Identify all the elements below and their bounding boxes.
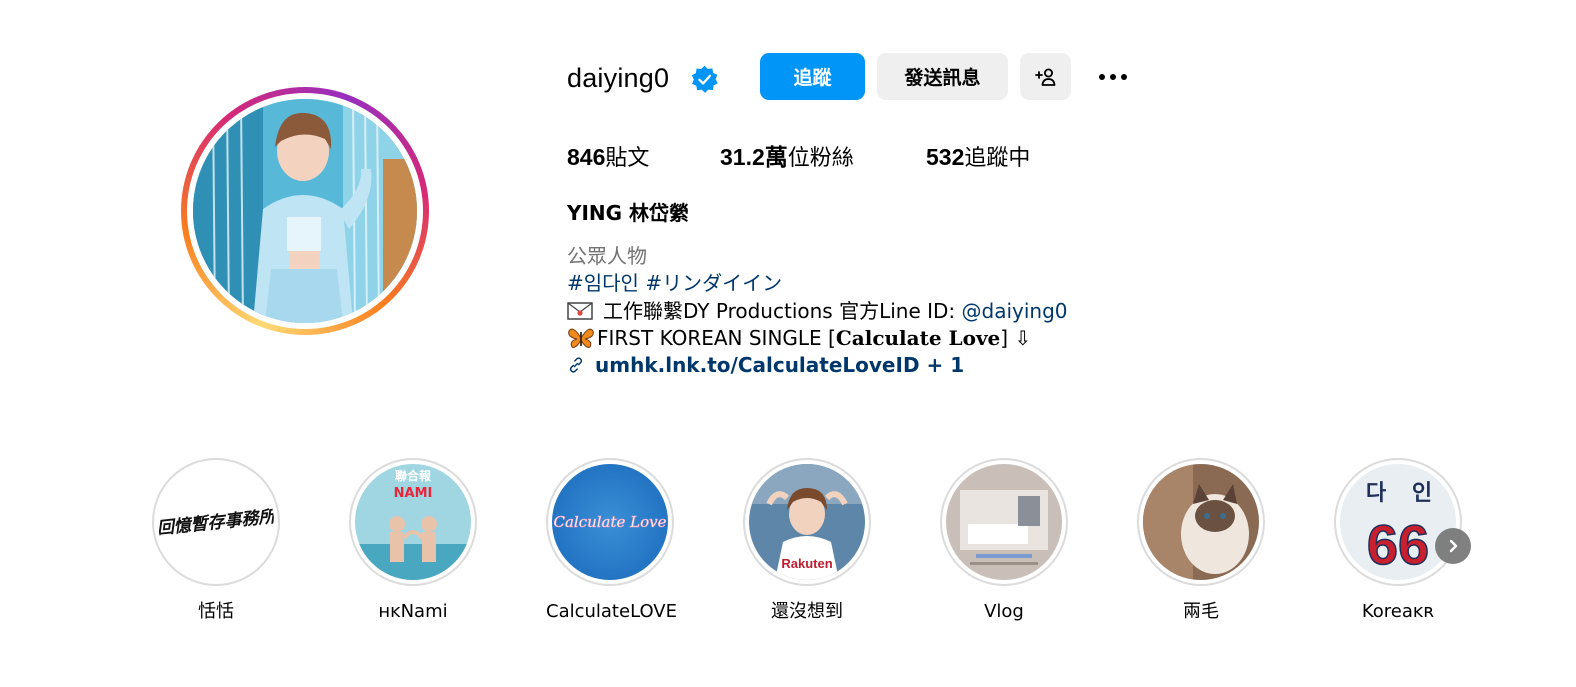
highlight-label: ʜᴋNami (378, 601, 448, 622)
single-suffix: ] ⇩ (1000, 326, 1032, 350)
mention-link[interactable]: @daiying0 (962, 299, 1068, 323)
highlight-cover (1143, 464, 1259, 580)
highlight-cover-text: 다 (1366, 481, 1387, 506)
link-text: umhk.lnk.to/CalculateLoveID + 1 (595, 353, 965, 377)
highlight-cover: Calculate Love (552, 464, 668, 580)
followers-stat[interactable]: 31.2萬位粉絲 (720, 140, 854, 176)
contact-text: 工作聯繫DY Productions 官方Line ID: (603, 299, 962, 323)
story-highlight[interactable]: 聯合報 NAMI ʜᴋNami (349, 458, 477, 624)
highlight-label: 兩毛 (1183, 601, 1219, 622)
highlight-ring (940, 458, 1068, 586)
bio-hashtags: #임다인 #リンダイイン (567, 270, 782, 297)
profile-username: daiying0 (567, 63, 670, 93)
hashtag-link[interactable]: #임다인 (567, 271, 639, 295)
butterfly-icon (568, 328, 594, 348)
send-message-button[interactable]: 發送訊息 (877, 53, 1008, 100)
highlight-label: Koreaᴋʀ (1361, 601, 1435, 622)
highlight-ring: 回憶暫存事務所 (152, 458, 280, 586)
story-highlight[interactable]: Calculate Love CalculateLOVE (546, 458, 677, 624)
posts-label: 貼文 (605, 146, 650, 171)
avatar-illustration (193, 99, 417, 323)
posts-stat: 846貼文 (567, 140, 649, 176)
highlight-ring: 聯合報 NAMI (349, 458, 477, 586)
profile-category: 公眾人物 (567, 244, 647, 268)
highlight-ring: Rakuten (743, 458, 871, 586)
highlight-ring (1137, 458, 1265, 586)
story-highlight[interactable]: Rakuten 還沒想到 (743, 458, 871, 624)
profile-avatar[interactable] (181, 87, 429, 335)
bio-external-link[interactable]: umhk.lnk.to/CalculateLoveID + 1 (567, 352, 964, 379)
highlight-cover: 聯合報 NAMI (355, 464, 471, 580)
highlight-cover-art: 回憶暫存事務所 (158, 464, 274, 580)
highlight-cover-text: 聯合報 (395, 468, 432, 483)
highlight-ring: Calculate Love (546, 458, 674, 586)
highlights-next-button[interactable] (1435, 528, 1471, 564)
highlight-cover-art (1143, 464, 1259, 580)
highlight-label: 恬恬 (198, 601, 234, 622)
highlight-label: 還沒想到 (771, 601, 843, 622)
person-add-icon (1034, 68, 1055, 86)
following-stat[interactable]: 532追蹤中 (926, 140, 1030, 176)
suggested-accounts-button[interactable] (1020, 53, 1071, 100)
story-highlight[interactable]: 兩毛 (1137, 458, 1265, 624)
highlight-cover-text: 인 (1412, 481, 1432, 506)
highlight-cover-text: 66 (1367, 513, 1429, 576)
followers-count: 31.2萬 (720, 144, 788, 170)
story-highlight[interactable]: Vlog (940, 458, 1068, 624)
link-icon (569, 357, 583, 373)
following-label: 追蹤中 (964, 146, 1031, 171)
story-highlight[interactable]: 回憶暫存事務所 恬恬 (152, 458, 280, 624)
highlight-cover-text: NAMI (394, 486, 433, 501)
bio-single-line: FIRST KOREAN SINGLE [Calculate Love] ⇩ (567, 325, 1031, 352)
highlight-ring: 다 인 66 (1334, 458, 1462, 586)
more-horizontal-icon (1099, 74, 1127, 80)
highlight-cover-art (946, 464, 1062, 580)
highlight-cover: 回憶暫存事務所 (158, 464, 274, 580)
follow-button[interactable]: 追蹤 (760, 53, 865, 100)
avatar-photo (193, 99, 417, 323)
single-prefix: FIRST KOREAN SINGLE [ (597, 326, 836, 350)
highlight-cover-text: Rakuten (781, 556, 832, 571)
highlight-cover: Rakuten (749, 464, 865, 580)
highlight-cover-art: Rakuten (749, 464, 865, 580)
highlight-label: Vlog (984, 601, 1024, 622)
avatar-border (187, 93, 423, 329)
highlight-cover-art: 聯合報 NAMI (355, 464, 471, 580)
highlight-cover (946, 464, 1062, 580)
profile-full-name: YING 林岱縈 (567, 201, 690, 225)
options-button[interactable] (1092, 62, 1134, 92)
hashtag-link[interactable]: #リンダイイン (645, 271, 782, 295)
followers-label: 位粉絲 (787, 146, 854, 171)
bio-contact-line: 工作聯繫DY Productions 官方Line ID: @daiying0 (567, 298, 1068, 325)
chevron-right-icon (1449, 539, 1458, 553)
verified-badge-icon (691, 65, 718, 93)
highlight-cover-art: Calculate Love (552, 464, 668, 580)
highlight-cover-text: Calculate Love (553, 513, 666, 531)
posts-count: 846 (567, 144, 606, 170)
single-title: Calculate Love (835, 326, 1001, 350)
highlight-cover: 다 인 66 (1340, 464, 1456, 580)
highlight-cover-art: 다 인 66 (1340, 464, 1456, 580)
highlight-label: CalculateLOVE (546, 601, 677, 622)
following-count: 532 (926, 144, 965, 170)
envelope-icon (567, 302, 593, 320)
